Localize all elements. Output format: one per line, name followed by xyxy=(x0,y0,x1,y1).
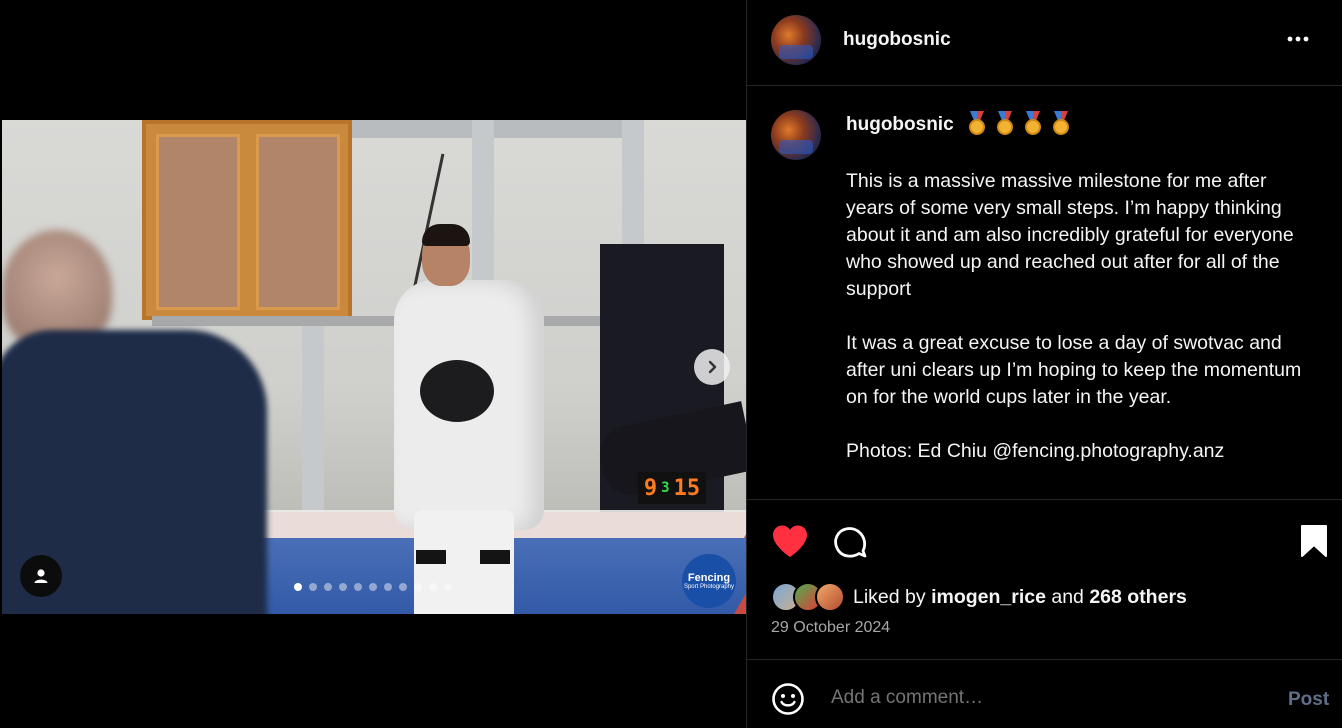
user-tag-icon xyxy=(34,569,48,583)
comment-input[interactable] xyxy=(831,687,1251,709)
photo-fencing-mask xyxy=(420,360,494,422)
chevron-right-icon xyxy=(708,360,717,374)
photo-watermark: Fencing Sport Photography xyxy=(682,554,736,608)
post-header: hugobosnic xyxy=(747,0,1342,86)
caption-author-avatar[interactable] xyxy=(771,110,821,160)
comment-icon xyxy=(834,527,867,558)
watermark-subtitle: Sport Photography xyxy=(683,583,735,590)
liked-by-others[interactable]: 268 others xyxy=(1089,586,1187,608)
photo-fencer-sock xyxy=(416,550,446,564)
bookmark-icon xyxy=(1301,525,1327,557)
comment-button[interactable] xyxy=(832,524,868,565)
score-right: 15 xyxy=(673,475,701,501)
more-options-button[interactable] xyxy=(1285,26,1311,58)
medal-icon xyxy=(1050,111,1072,135)
score-mid: 3 xyxy=(661,480,670,496)
likes-prefix: Liked by xyxy=(853,585,932,608)
watermark-title: Fencing xyxy=(687,571,731,584)
user-tags-button[interactable] xyxy=(20,555,62,597)
caption-paragraph: It was a great excuse to lose a day of s… xyxy=(846,332,1307,408)
like-button[interactable] xyxy=(771,524,809,563)
post-side-panel: hugobosnic hugobosnic This is a massive … xyxy=(746,0,1342,728)
emoji-picker-button[interactable] xyxy=(771,682,805,721)
photo-fencer-sock xyxy=(480,550,510,564)
author-avatar[interactable] xyxy=(771,15,821,65)
photo-trophy-cabinet xyxy=(142,120,352,320)
score-left: 9 xyxy=(643,475,658,501)
medal-icon xyxy=(966,111,988,135)
caption-paragraph: This is a massive massive milestone for … xyxy=(846,170,1300,300)
post-date[interactable]: 29 October 2024 xyxy=(771,619,890,637)
liked-by-user[interactable]: imogen_rice xyxy=(931,586,1046,608)
likes-joiner: and xyxy=(1045,585,1090,608)
save-button[interactable] xyxy=(1300,524,1328,563)
photo-fencer-hair xyxy=(422,224,470,246)
caption-paragraph: Photos: Ed Chiu @fencing.photography.anz xyxy=(846,440,1225,462)
liker-avatar[interactable] xyxy=(815,582,845,612)
caption-section: hugobosnic This is a massive massive mil… xyxy=(747,86,1342,500)
carousel-dot xyxy=(309,583,317,591)
emoji-icon xyxy=(772,683,804,715)
carousel-dot xyxy=(414,583,422,591)
carousel-dot xyxy=(369,583,377,591)
carousel-indicator xyxy=(294,583,452,591)
likes-summary: Liked by imogen_rice and 268 others xyxy=(771,582,1187,612)
comment-composer: Post xyxy=(747,660,1342,728)
carousel-dot xyxy=(384,583,392,591)
photo-cabinet-glass xyxy=(156,134,240,310)
carousel-dot xyxy=(354,583,362,591)
likes-text: Liked by imogen_rice and 268 others xyxy=(853,586,1187,609)
caption-username[interactable]: hugobosnic xyxy=(846,114,954,136)
caption-text: This is a massive massive milestone for … xyxy=(846,168,1316,492)
medal-emojis xyxy=(966,111,1072,135)
post-comment-button[interactable]: Post xyxy=(1288,689,1329,711)
post-photo[interactable]: 9 3 15 Fencing Sport Photography xyxy=(2,120,746,614)
carousel-dot xyxy=(399,583,407,591)
photo-cabinet-glass xyxy=(256,134,340,310)
carousel-dot xyxy=(339,583,347,591)
carousel-dot xyxy=(444,583,452,591)
carousel-dot xyxy=(324,583,332,591)
more-options-icon xyxy=(1287,36,1309,42)
post-media: 9 3 15 Fencing Sport Photography xyxy=(0,0,746,728)
medal-icon xyxy=(1022,111,1044,135)
medal-icon xyxy=(994,111,1016,135)
photo-scoreboard: 9 3 15 xyxy=(638,472,706,504)
carousel-next-button[interactable] xyxy=(694,349,730,385)
carousel-dot xyxy=(429,583,437,591)
carousel-dot xyxy=(294,583,302,591)
author-username[interactable]: hugobosnic xyxy=(843,29,951,51)
heart-icon xyxy=(773,525,807,557)
